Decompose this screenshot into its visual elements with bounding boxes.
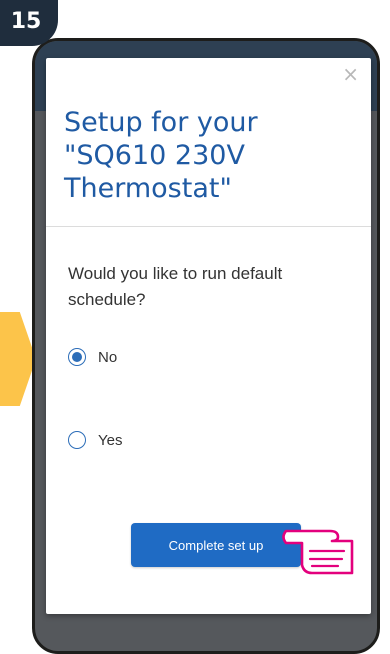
step-number: 15 [10, 8, 42, 34]
radio-option-yes[interactable]: Yes [68, 431, 122, 449]
hand-pointer-icon [282, 529, 354, 575]
radio-label-yes: Yes [98, 431, 123, 449]
radio-label-no: No [98, 348, 118, 366]
radio-button-yes[interactable] [68, 431, 86, 449]
dialog-title: Setup for your "SQ610 230V Thermostat" [64, 107, 258, 204]
arrow-shape [0, 312, 36, 406]
schedule-question: Would you like to run default schedule? [68, 264, 283, 309]
radio-selected-dot [72, 352, 82, 362]
close-icon[interactable]: × [342, 64, 359, 84]
step-number-badge: 15 [0, 0, 58, 46]
radio-option-no[interactable]: No [68, 348, 117, 366]
radio-button-no[interactable] [68, 348, 86, 366]
divider [46, 226, 371, 227]
complete-setup-button[interactable]: Complete set up [131, 523, 301, 567]
